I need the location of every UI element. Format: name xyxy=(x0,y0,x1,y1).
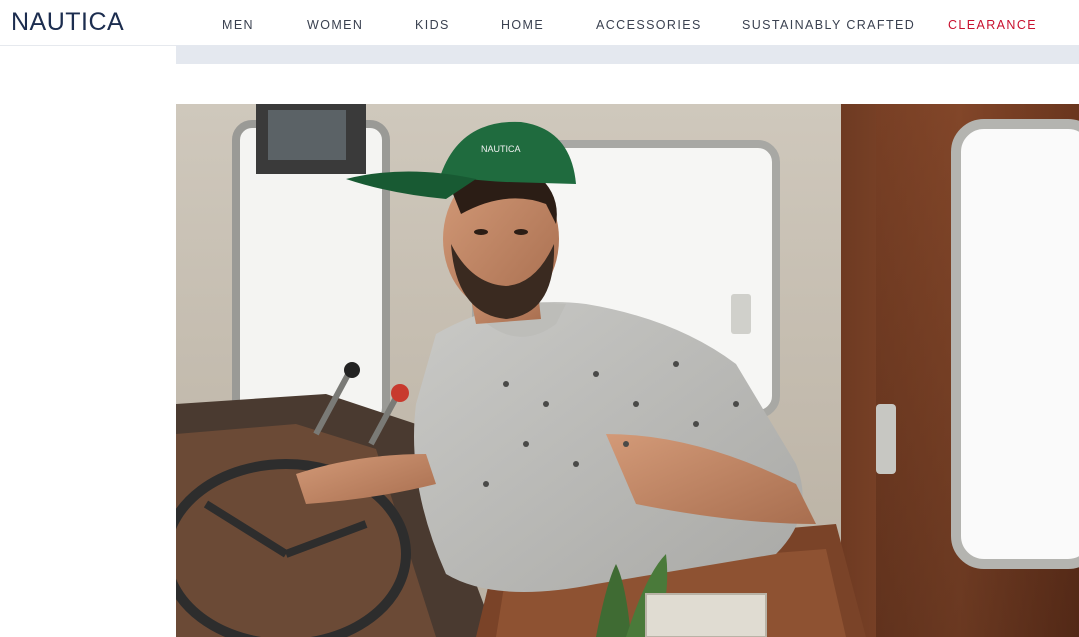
site-header: NAUTICA MEN WOMEN KIDS HOME ACCESSORIES … xyxy=(0,0,1079,46)
nav-item-home[interactable]: HOME xyxy=(501,17,544,33)
nav-item-men[interactable]: MEN xyxy=(222,17,254,33)
promo-banner-strip xyxy=(176,45,1079,64)
nav-item-women[interactable]: WOMEN xyxy=(307,17,363,33)
nav-item-kids[interactable]: KIDS xyxy=(415,17,450,33)
cap-logo-text: NAUTICA xyxy=(481,144,521,154)
nav-item-sustainably-crafted[interactable]: SUSTAINABLY CRAFTED xyxy=(742,17,915,33)
hero-image[interactable]: NAUTICA xyxy=(176,104,1079,637)
nav-item-clearance[interactable]: CLEARANCE xyxy=(948,17,1037,33)
nav-item-accessories[interactable]: ACCESSORIES xyxy=(596,17,702,33)
main-nav: MEN WOMEN KIDS HOME ACCESSORIES SUSTAINA… xyxy=(0,0,1079,45)
